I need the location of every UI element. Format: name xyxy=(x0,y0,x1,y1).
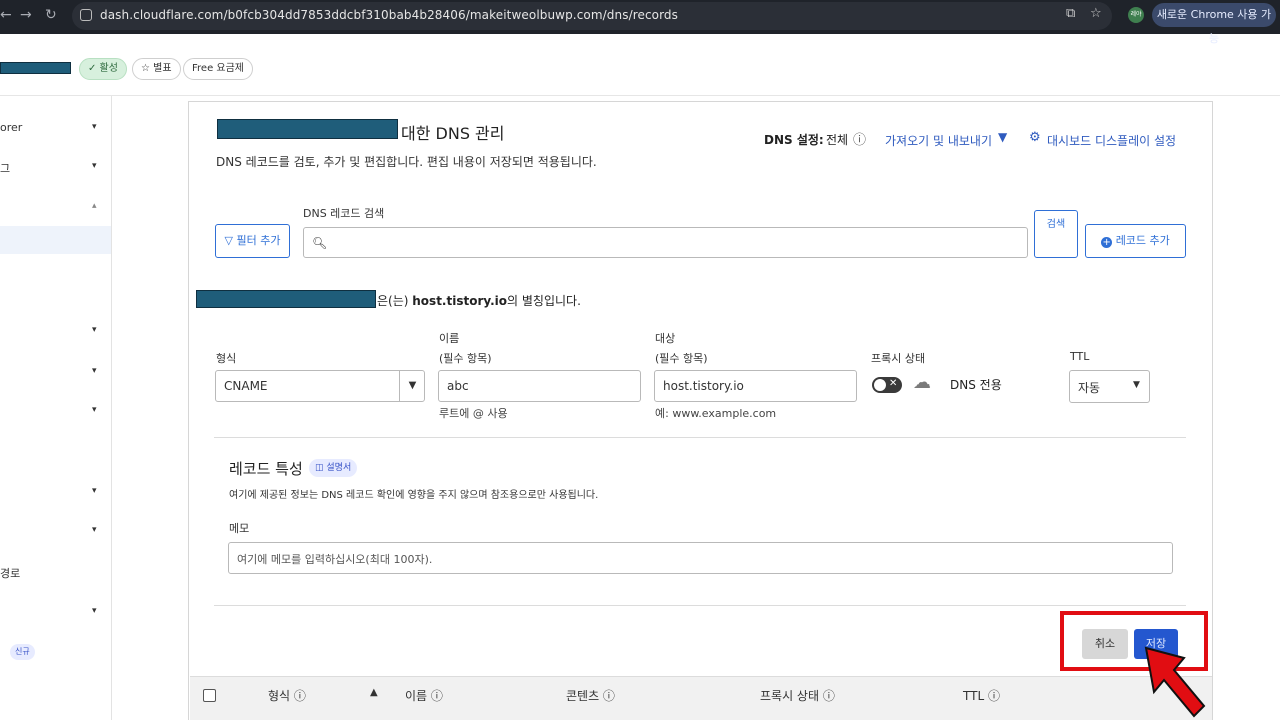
alias-sentence: 은(는) host.tistory.io의 별칭입니다. xyxy=(377,294,581,308)
proxy-status-label: 프록시 상태 xyxy=(871,352,926,365)
dns-search-input[interactable]: 🔍︎ xyxy=(303,227,1028,258)
target-input-value: host.tistory.io xyxy=(663,379,744,393)
name-hint: 루트에 @ 사용 xyxy=(439,407,508,420)
chevron-down-icon[interactable]: ▾ xyxy=(92,525,97,535)
column-header-ttl[interactable]: TTL ⓘ xyxy=(963,687,1000,704)
profile-avatar[interactable]: 레야 xyxy=(1128,7,1144,23)
record-attributes-title: 레코드 특성 xyxy=(229,460,303,478)
redacted-zone-name xyxy=(217,119,398,139)
type-label: 형식 xyxy=(216,352,237,365)
name-input-value: abc xyxy=(447,379,469,393)
memo-input[interactable]: 여기에 메모를 입력하십시오(최대 100자). xyxy=(228,542,1173,574)
chevron-down-icon[interactable]: ▾ xyxy=(92,606,97,616)
column-header-proxy-status[interactable]: 프록시 상태 ⓘ xyxy=(760,687,835,704)
back-icon[interactable]: ← xyxy=(0,7,12,23)
search-icon: 🔍︎ xyxy=(312,236,328,250)
add-filter-label: 필터 추가 xyxy=(236,234,281,247)
ttl-value: 자동 xyxy=(1078,381,1101,395)
target-required-note: (필수 항목) xyxy=(655,352,708,365)
dns-settings-label: DNS 설정: xyxy=(764,133,824,147)
name-required-note: (필수 항목) xyxy=(439,352,492,365)
chevron-down-icon[interactable]: ▾ xyxy=(92,405,97,415)
records-table-header: 형식 ⓘ ▲ 이름 ⓘ 콘텐츠 ⓘ 프록시 상태 ⓘ TTL ⓘ xyxy=(190,676,1212,720)
plus-circle-icon: + xyxy=(1101,237,1113,248)
redacted-domain-name xyxy=(0,62,71,74)
page-title: 대한 DNS 관리 xyxy=(401,124,505,143)
new-badge: 신규 xyxy=(10,644,35,660)
add-record-label: 레코드 추가 xyxy=(1115,234,1170,247)
target-input[interactable]: host.tistory.io xyxy=(654,370,857,402)
ttl-select[interactable]: 자동 ▼ xyxy=(1069,370,1150,403)
docs-badge[interactable]: ◫ 설명서 xyxy=(309,459,358,477)
install-app-icon[interactable]: ⧉ xyxy=(1066,6,1075,21)
memo-label: 메모 xyxy=(229,522,250,535)
ttl-label: TTL xyxy=(1070,350,1090,363)
address-bar[interactable]: dash.cloudflare.com/b0fcb304dd7853ddcbf3… xyxy=(72,2,1112,30)
forward-icon[interactable]: → xyxy=(20,7,32,23)
column-header-content[interactable]: 콘텐츠 ⓘ xyxy=(566,687,615,704)
info-icon[interactable]: ⓘ xyxy=(853,129,866,148)
pointer-arrow-icon xyxy=(1144,646,1206,718)
target-label: 대상 xyxy=(655,332,676,345)
section-divider xyxy=(214,437,1186,438)
chevron-down-icon[interactable]: ▾ xyxy=(92,122,97,132)
column-header-name[interactable]: 이름 ⓘ xyxy=(405,687,443,704)
address-url: dash.cloudflare.com/b0fcb304dd7853ddcbf3… xyxy=(100,8,678,22)
proxy-status-value: DNS 전용 xyxy=(950,378,1002,392)
search-button[interactable]: 검색 xyxy=(1034,210,1078,258)
cloud-icon: ☁ xyxy=(913,372,931,393)
new-chrome-available-button[interactable]: 새로운 Chrome 사용 가능 xyxy=(1152,3,1276,45)
reload-icon[interactable]: ↻ xyxy=(45,7,57,23)
chevron-up-icon[interactable]: ▴ xyxy=(92,201,97,211)
bookmark-star-icon[interactable]: ☆ xyxy=(1090,6,1102,21)
add-filter-button[interactable]: ▽ 필터 추가 xyxy=(215,224,290,258)
sidebar: orer ▾ 그 ▾ ▴ ▾ ▾ ▾ ▾ ▾ 경로 ▾ 신규 xyxy=(0,96,112,720)
dashboard-display-settings-link[interactable]: 대시보드 디스플레이 설정 xyxy=(1047,132,1176,149)
browser-toolbar: ← → ↻ dash.cloudflare.com/b0fcb304dd7853… xyxy=(0,0,1280,45)
chevron-down-icon: ▼ xyxy=(1133,380,1140,390)
chevron-down-icon[interactable]: ▾ xyxy=(92,366,97,376)
target-hint: 예: www.example.com xyxy=(655,407,777,420)
section-divider xyxy=(214,605,1186,606)
search-label: DNS 레코드 검색 xyxy=(303,207,385,220)
star-button[interactable]: ☆ 별표 xyxy=(132,58,181,80)
site-info-icon[interactable] xyxy=(80,9,92,21)
filter-icon: ▽ xyxy=(224,234,233,247)
dns-settings-value[interactable]: 전체 xyxy=(826,131,848,148)
type-value: CNAME xyxy=(224,379,268,393)
redacted-record-name xyxy=(196,290,376,308)
import-export-button[interactable]: 가져오기 및 내보내기 xyxy=(885,132,992,149)
name-label: 이름 xyxy=(439,332,460,345)
add-record-button[interactable]: + 레코드 추가 xyxy=(1085,224,1186,258)
sidebar-item-label[interactable]: orer xyxy=(0,121,22,134)
cancel-button[interactable]: 취소 xyxy=(1082,629,1128,659)
chevron-down-icon[interactable]: ▼ xyxy=(998,130,1007,144)
page-description: DNS 레코드를 검토, 추가 및 편집합니다. 편집 내용이 저장되면 적용됩… xyxy=(216,155,597,169)
sidebar-item-label[interactable]: 그 xyxy=(0,160,10,176)
status-active-badge: ✓ 활성 xyxy=(79,58,127,80)
name-input[interactable]: abc xyxy=(438,370,641,402)
close-icon: ✕ xyxy=(889,378,898,389)
plan-badge[interactable]: Free 요금제 xyxy=(183,58,253,80)
sort-ascending-icon[interactable]: ▲ xyxy=(370,687,378,698)
book-icon: ◫ xyxy=(315,463,324,473)
alias-host: host.tistory.io xyxy=(412,294,508,308)
toggle-knob xyxy=(874,379,886,391)
gear-icon[interactable]: ⚙ xyxy=(1029,130,1041,145)
sidebar-item-label[interactable]: 경로 xyxy=(0,565,20,581)
chevron-down-icon[interactable]: ▾ xyxy=(92,161,97,171)
select-all-checkbox[interactable] xyxy=(203,689,216,702)
chevron-down-icon[interactable]: ▾ xyxy=(92,325,97,335)
type-select[interactable]: CNAME xyxy=(215,370,425,402)
sidebar-item-selected[interactable] xyxy=(0,226,111,254)
chevron-down-icon[interactable]: ▾ xyxy=(92,486,97,496)
column-header-type[interactable]: 형식 ⓘ xyxy=(268,687,306,704)
record-attributes-description: 여기에 제공된 정보는 DNS 레코드 확인에 영향을 주지 않으며 참조용으로… xyxy=(229,490,599,501)
chevron-down-icon[interactable]: ▼ xyxy=(399,370,425,402)
zone-header: ✓ 활성 ☆ 별표 Free 요금제 xyxy=(0,34,1280,96)
proxy-toggle[interactable]: ✕ xyxy=(872,377,902,393)
